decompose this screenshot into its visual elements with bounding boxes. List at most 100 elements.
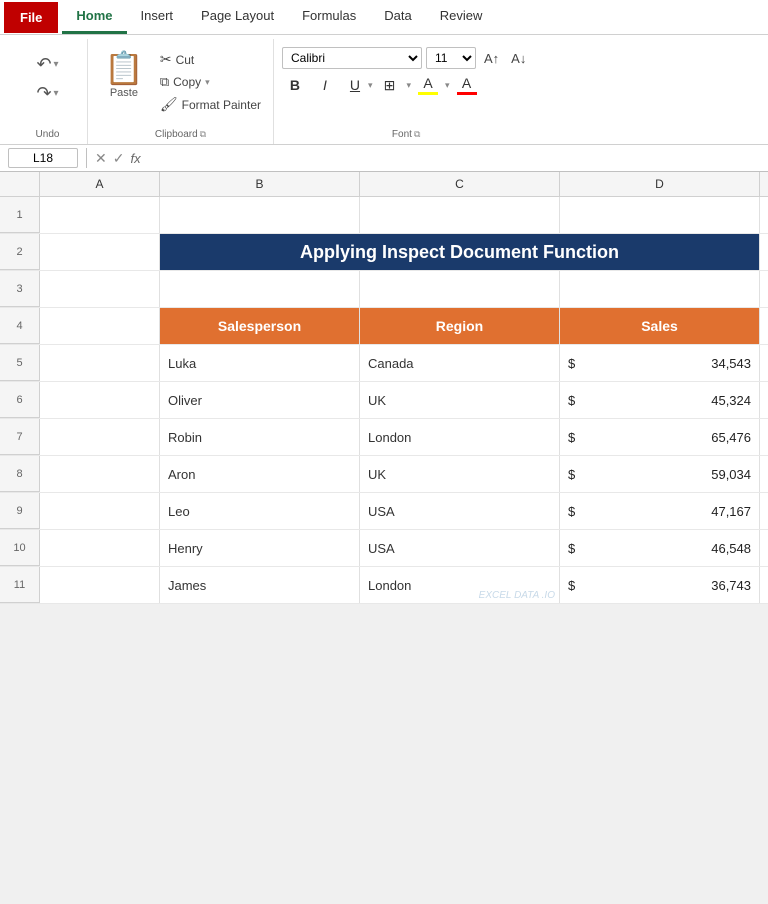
cell-a2[interactable] bbox=[40, 234, 160, 270]
tab-file[interactable]: File bbox=[4, 2, 58, 33]
undo-dropdown-arrow[interactable]: ▾ bbox=[54, 59, 59, 70]
table-row: 11 James London EXCEL DATA .IO $ 36,743 bbox=[0, 567, 768, 604]
paint-brush-icon: 🖌 bbox=[160, 96, 178, 113]
cell-c9[interactable]: USA bbox=[360, 493, 560, 529]
cell-b10[interactable]: Henry bbox=[160, 530, 360, 566]
cell-d9[interactable]: $ 47,167 bbox=[560, 493, 760, 529]
undo-button[interactable]: ↶ ▾ bbox=[30, 51, 64, 78]
row-header-2: 2 bbox=[0, 234, 40, 270]
tab-formulas[interactable]: Formulas bbox=[288, 0, 370, 34]
cell-reference-box[interactable]: L18 bbox=[8, 148, 78, 168]
cell-b6[interactable]: Oliver bbox=[160, 382, 360, 418]
cell-b7[interactable]: Robin bbox=[160, 419, 360, 455]
watermark: EXCEL DATA .IO bbox=[479, 590, 555, 601]
font-grow-button[interactable]: A↑ bbox=[480, 49, 503, 68]
col-header-a[interactable]: A bbox=[40, 172, 160, 196]
underline-button[interactable]: U bbox=[342, 73, 368, 97]
borders-button[interactable]: ⊞ bbox=[377, 73, 403, 97]
format-painter-button[interactable]: 🖌 Format Painter bbox=[156, 94, 265, 115]
amount-5: 34,543 bbox=[711, 356, 751, 371]
cell-b9[interactable]: Leo bbox=[160, 493, 360, 529]
row-header-10: 10 bbox=[0, 530, 40, 566]
scissors-icon: ✂ bbox=[160, 51, 172, 68]
tab-home[interactable]: Home bbox=[62, 0, 126, 34]
column-headers: A B C D bbox=[0, 172, 768, 197]
font-row2: B I U ▾ ⊞ ▾ A ▾ A bbox=[282, 73, 530, 97]
currency-symbol-5: $ bbox=[568, 356, 575, 371]
clipboard-content: 📋 Paste ✂ Cut ⧉ Copy ▾ 🖌 Format Painter bbox=[96, 43, 265, 127]
fx-button[interactable]: fx bbox=[130, 151, 140, 166]
font-dialog-launcher[interactable]: ⧉ bbox=[414, 129, 420, 140]
cell-b11[interactable]: James bbox=[160, 567, 360, 603]
highlight-swatch bbox=[418, 92, 438, 95]
cell-a8[interactable] bbox=[40, 456, 160, 492]
borders-dropdown-arrow[interactable]: ▾ bbox=[407, 80, 412, 91]
corner-header bbox=[0, 172, 40, 196]
cell-d3[interactable] bbox=[560, 271, 760, 307]
cell-c7[interactable]: London bbox=[360, 419, 560, 455]
cell-a6[interactable] bbox=[40, 382, 160, 418]
paste-button[interactable]: 📋 Paste bbox=[96, 45, 152, 103]
cell-c10[interactable]: USA bbox=[360, 530, 560, 566]
cell-a11[interactable] bbox=[40, 567, 160, 603]
bold-button[interactable]: B bbox=[282, 73, 308, 97]
cell-d10[interactable]: $ 46,548 bbox=[560, 530, 760, 566]
cell-b8[interactable]: Aron bbox=[160, 456, 360, 492]
cut-button[interactable]: ✂ Cut bbox=[156, 49, 265, 70]
cell-d11[interactable]: $ 36,743 bbox=[560, 567, 760, 603]
font-family-select[interactable]: Calibri bbox=[282, 47, 422, 69]
copy-dropdown-arrow[interactable]: ▾ bbox=[205, 77, 210, 88]
col-header-c[interactable]: C bbox=[360, 172, 560, 196]
clipboard-dialog-launcher[interactable]: ⧉ bbox=[200, 129, 206, 140]
confirm-formula-icon[interactable]: ✓ bbox=[113, 150, 125, 167]
col-header-salesperson[interactable]: Salesperson bbox=[160, 308, 360, 344]
cell-d1[interactable] bbox=[560, 197, 760, 233]
highlight-dropdown-arrow[interactable]: ▾ bbox=[445, 80, 450, 91]
redo-button[interactable]: ↷ ▾ bbox=[30, 80, 64, 107]
cell-b5[interactable]: Luka bbox=[160, 345, 360, 381]
font-color-button[interactable]: A bbox=[454, 73, 480, 97]
cell-c6[interactable]: UK bbox=[360, 382, 560, 418]
col-header-d[interactable]: D bbox=[560, 172, 760, 196]
cell-a9[interactable] bbox=[40, 493, 160, 529]
underline-dropdown-arrow[interactable]: ▾ bbox=[368, 80, 373, 91]
title-cell[interactable]: Applying Inspect Document Function bbox=[160, 234, 760, 270]
tab-data[interactable]: Data bbox=[370, 0, 425, 34]
font-shrink-button[interactable]: A↓ bbox=[507, 49, 530, 68]
cell-d8[interactable]: $ 59,034 bbox=[560, 456, 760, 492]
cell-d6[interactable]: $ 45,324 bbox=[560, 382, 760, 418]
formula-input[interactable] bbox=[145, 151, 760, 166]
redo-dropdown-arrow[interactable]: ▾ bbox=[54, 88, 59, 99]
cell-d7[interactable]: $ 65,476 bbox=[560, 419, 760, 455]
cell-a1[interactable] bbox=[40, 197, 160, 233]
cell-a4[interactable] bbox=[40, 308, 160, 344]
cancel-formula-icon[interactable]: ✕ bbox=[95, 150, 107, 167]
cell-c11[interactable]: London EXCEL DATA .IO bbox=[360, 567, 560, 603]
table-row: 10 Henry USA $ 46,548 bbox=[0, 530, 768, 567]
cell-a5[interactable] bbox=[40, 345, 160, 381]
cell-c1[interactable] bbox=[360, 197, 560, 233]
cell-c3[interactable] bbox=[360, 271, 560, 307]
copy-button[interactable]: ⧉ Copy ▾ bbox=[156, 72, 265, 92]
highlight-color-button[interactable]: A bbox=[415, 73, 441, 97]
highlight-icon: A bbox=[423, 75, 432, 91]
font-size-select[interactable]: 11 bbox=[426, 47, 476, 69]
cell-a3[interactable] bbox=[40, 271, 160, 307]
cell-c8[interactable]: UK bbox=[360, 456, 560, 492]
italic-button[interactable]: I bbox=[312, 73, 338, 97]
cell-c5[interactable]: Canada bbox=[360, 345, 560, 381]
cell-b3[interactable] bbox=[160, 271, 360, 307]
font-color-swatch bbox=[457, 92, 477, 95]
col-header-b[interactable]: B bbox=[160, 172, 360, 196]
undo-icon: ↶ bbox=[36, 54, 51, 75]
cell-d5[interactable]: $ 34,543 bbox=[560, 345, 760, 381]
undo-redo-buttons: ↶ ▾ ↷ ▾ bbox=[30, 43, 64, 107]
cell-a7[interactable] bbox=[40, 419, 160, 455]
cell-b1[interactable] bbox=[160, 197, 360, 233]
tab-page-layout[interactable]: Page Layout bbox=[187, 0, 288, 34]
tab-insert[interactable]: Insert bbox=[127, 0, 188, 34]
col-header-sales[interactable]: Sales bbox=[560, 308, 760, 344]
tab-review[interactable]: Review bbox=[426, 0, 497, 34]
cell-a10[interactable] bbox=[40, 530, 160, 566]
col-header-region[interactable]: Region bbox=[360, 308, 560, 344]
